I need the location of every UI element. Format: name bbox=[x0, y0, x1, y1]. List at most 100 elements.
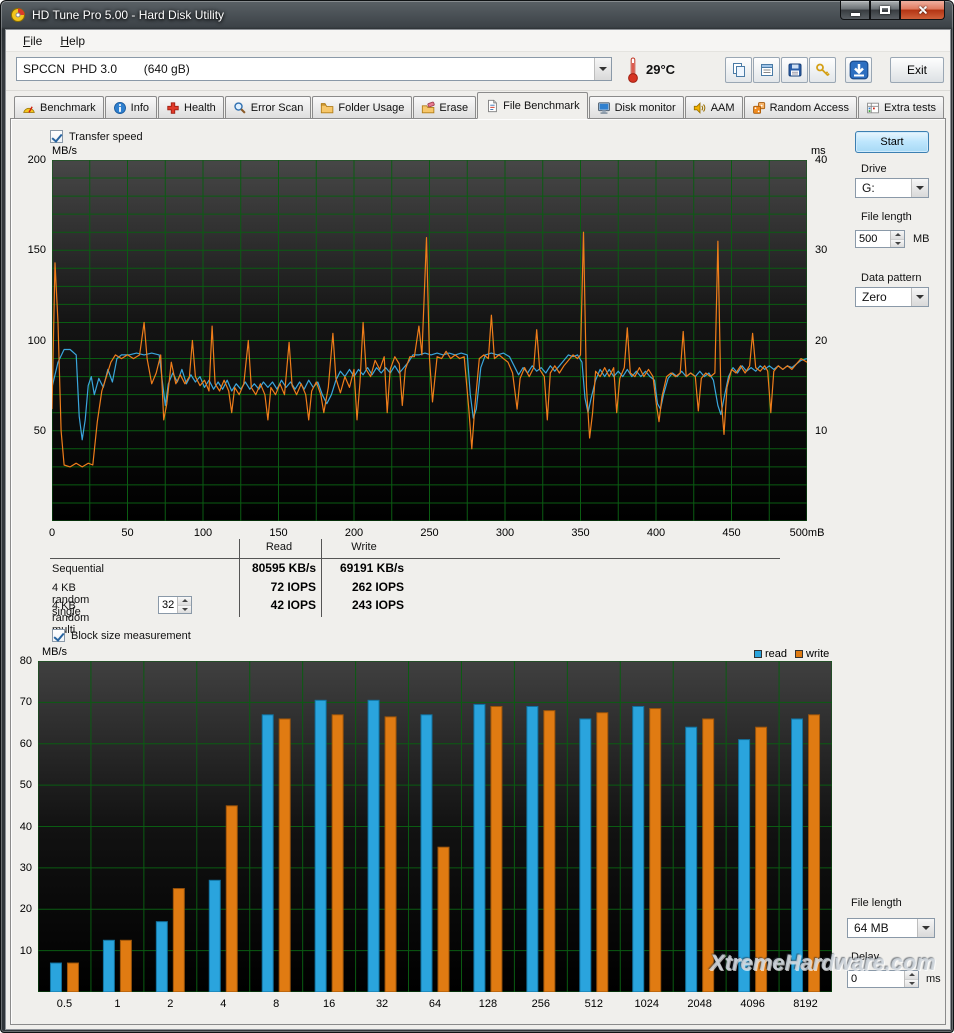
drive-combobox[interactable]: G: bbox=[855, 178, 929, 198]
data-pattern-arrow[interactable] bbox=[911, 288, 928, 306]
close-icon bbox=[917, 4, 929, 16]
menu-item-help[interactable]: Help bbox=[51, 31, 94, 51]
data-pattern-combobox[interactable]: Zero bbox=[855, 287, 929, 307]
copy-icon bbox=[731, 62, 747, 78]
window: HD Tune Pro 5.00 - Hard Disk Utility Fil… bbox=[0, 0, 954, 1033]
chevron-down-icon bbox=[916, 186, 924, 190]
toolbar-button-file-copy[interactable] bbox=[753, 57, 780, 83]
x-axis-tick: 300 bbox=[496, 526, 514, 540]
tab-label: Extra tests bbox=[884, 102, 936, 114]
bar-read-1 bbox=[103, 940, 114, 992]
toolbar-button-keys[interactable] bbox=[809, 57, 836, 83]
file-length-input[interactable] bbox=[856, 231, 890, 247]
toolbar-button-copy[interactable] bbox=[725, 57, 752, 83]
x-axis-tick: 100 bbox=[194, 526, 212, 540]
spin-up-button[interactable] bbox=[891, 231, 904, 240]
tab-info[interactable]: Info bbox=[105, 96, 157, 118]
menu-item-file[interactable]: File bbox=[14, 31, 51, 51]
tab-disk-monitor[interactable]: Disk monitor bbox=[589, 96, 684, 118]
bar-read-4 bbox=[209, 880, 220, 992]
spin-down-button[interactable] bbox=[891, 240, 904, 248]
queue-depth-spinner[interactable] bbox=[158, 596, 192, 614]
triangle-up-icon bbox=[182, 599, 188, 602]
spin-up-button[interactable] bbox=[178, 597, 191, 606]
bar-read-2 bbox=[156, 922, 167, 992]
tab-folder-usage[interactable]: Folder Usage bbox=[312, 96, 412, 118]
bar-read-512 bbox=[580, 719, 591, 992]
bar-read-32 bbox=[368, 700, 379, 992]
spin-down-button[interactable] bbox=[178, 606, 191, 614]
read-header: Read bbox=[242, 541, 316, 553]
legend-swatch-icon bbox=[795, 650, 803, 658]
chevron-down-icon bbox=[922, 926, 930, 930]
legend-item-write: write bbox=[795, 648, 829, 660]
tab-aam[interactable]: AAM bbox=[685, 96, 743, 118]
exit-button[interactable]: Exit bbox=[890, 57, 944, 83]
tab-label: Random Access bbox=[770, 102, 849, 114]
x-axis-category: 32 bbox=[376, 997, 388, 1011]
maximize-icon bbox=[880, 6, 890, 14]
bar-write-64 bbox=[438, 847, 449, 992]
temperature-label: 29°C bbox=[646, 62, 675, 77]
minimize-button[interactable] bbox=[840, 1, 870, 20]
checkbox-box-icon bbox=[50, 130, 63, 143]
drive-selector[interactable]: SPCCN PHD 3.0 (640 gB) bbox=[16, 57, 612, 81]
bar-read-2048 bbox=[686, 727, 697, 992]
bar-read-8 bbox=[262, 715, 273, 992]
triangle-down-icon bbox=[895, 242, 901, 245]
bar-read-0.5 bbox=[50, 963, 61, 992]
row-label-sequential: Sequential bbox=[52, 563, 104, 575]
queue-depth-input[interactable] bbox=[159, 597, 177, 613]
title-bar[interactable]: HD Tune Pro 5.00 - Hard Disk Utility bbox=[1, 1, 953, 29]
x-axis-tick: 0 bbox=[49, 526, 55, 540]
toolbar-button-save[interactable] bbox=[781, 57, 808, 83]
spin-down-button[interactable] bbox=[905, 980, 918, 988]
folder-usage-icon bbox=[320, 101, 334, 115]
bar-write-1 bbox=[120, 940, 131, 992]
bar-read-256 bbox=[527, 707, 538, 992]
tab-label: Health bbox=[184, 102, 216, 114]
block-file-length-value: 64 MB bbox=[848, 921, 917, 935]
legend-swatch-icon bbox=[754, 650, 762, 658]
tab-error-scan[interactable]: Error Scan bbox=[225, 96, 312, 118]
bar-write-32 bbox=[385, 717, 396, 992]
tab-label: Erase bbox=[439, 102, 468, 114]
tab-file-benchmark[interactable]: File Benchmark bbox=[477, 92, 587, 119]
random-access-icon bbox=[752, 101, 766, 115]
block-file-length-combobox[interactable]: 64 MB bbox=[847, 918, 935, 938]
x-axis-tick: 350 bbox=[571, 526, 589, 540]
app-icon bbox=[10, 7, 26, 23]
update-icon bbox=[849, 60, 869, 80]
x-axis-category: 4 bbox=[220, 997, 226, 1011]
maximize-button[interactable] bbox=[870, 1, 900, 20]
x-axis-category: 4096 bbox=[740, 997, 764, 1011]
bar-write-4 bbox=[226, 806, 237, 992]
sequential-write-value: 69191 KB/s bbox=[324, 561, 404, 575]
x-axis-category: 256 bbox=[532, 997, 550, 1011]
start-button[interactable]: Start bbox=[855, 131, 929, 153]
x-axis-category: 512 bbox=[585, 997, 603, 1011]
tab-erase[interactable]: Erase bbox=[413, 96, 476, 118]
drive-selector-arrow[interactable] bbox=[594, 58, 611, 80]
tab-extra-tests[interactable]: Extra tests bbox=[858, 96, 944, 118]
close-button[interactable] bbox=[900, 1, 945, 20]
tab-random-access[interactable]: Random Access bbox=[744, 96, 857, 118]
left-axis-unit-label: MB/s bbox=[52, 145, 77, 157]
spinner-buttons bbox=[177, 597, 191, 613]
benchmark-icon bbox=[22, 101, 36, 115]
file-length-spinner[interactable] bbox=[855, 230, 905, 248]
x-axis-category: 16 bbox=[323, 997, 335, 1011]
tab-benchmark[interactable]: Benchmark bbox=[14, 96, 104, 118]
block-axis-unit-label: MB/s bbox=[42, 646, 67, 658]
tab-health[interactable]: Health bbox=[158, 96, 224, 118]
drive-combobox-arrow[interactable] bbox=[911, 179, 928, 197]
block-file-length-arrow[interactable] bbox=[917, 919, 934, 937]
block-size-checkbox[interactable]: Block size measurement bbox=[52, 629, 191, 642]
keys-icon bbox=[815, 62, 831, 78]
toolbar-button-update[interactable] bbox=[845, 57, 872, 83]
watermark: XtremeHardware.com bbox=[710, 950, 936, 976]
transfer-speed-checkbox[interactable]: Transfer speed bbox=[50, 130, 143, 143]
data-pattern-value: Zero bbox=[856, 290, 911, 304]
window-title: HD Tune Pro 5.00 - Hard Disk Utility bbox=[32, 8, 224, 22]
bar-read-64 bbox=[421, 715, 432, 992]
